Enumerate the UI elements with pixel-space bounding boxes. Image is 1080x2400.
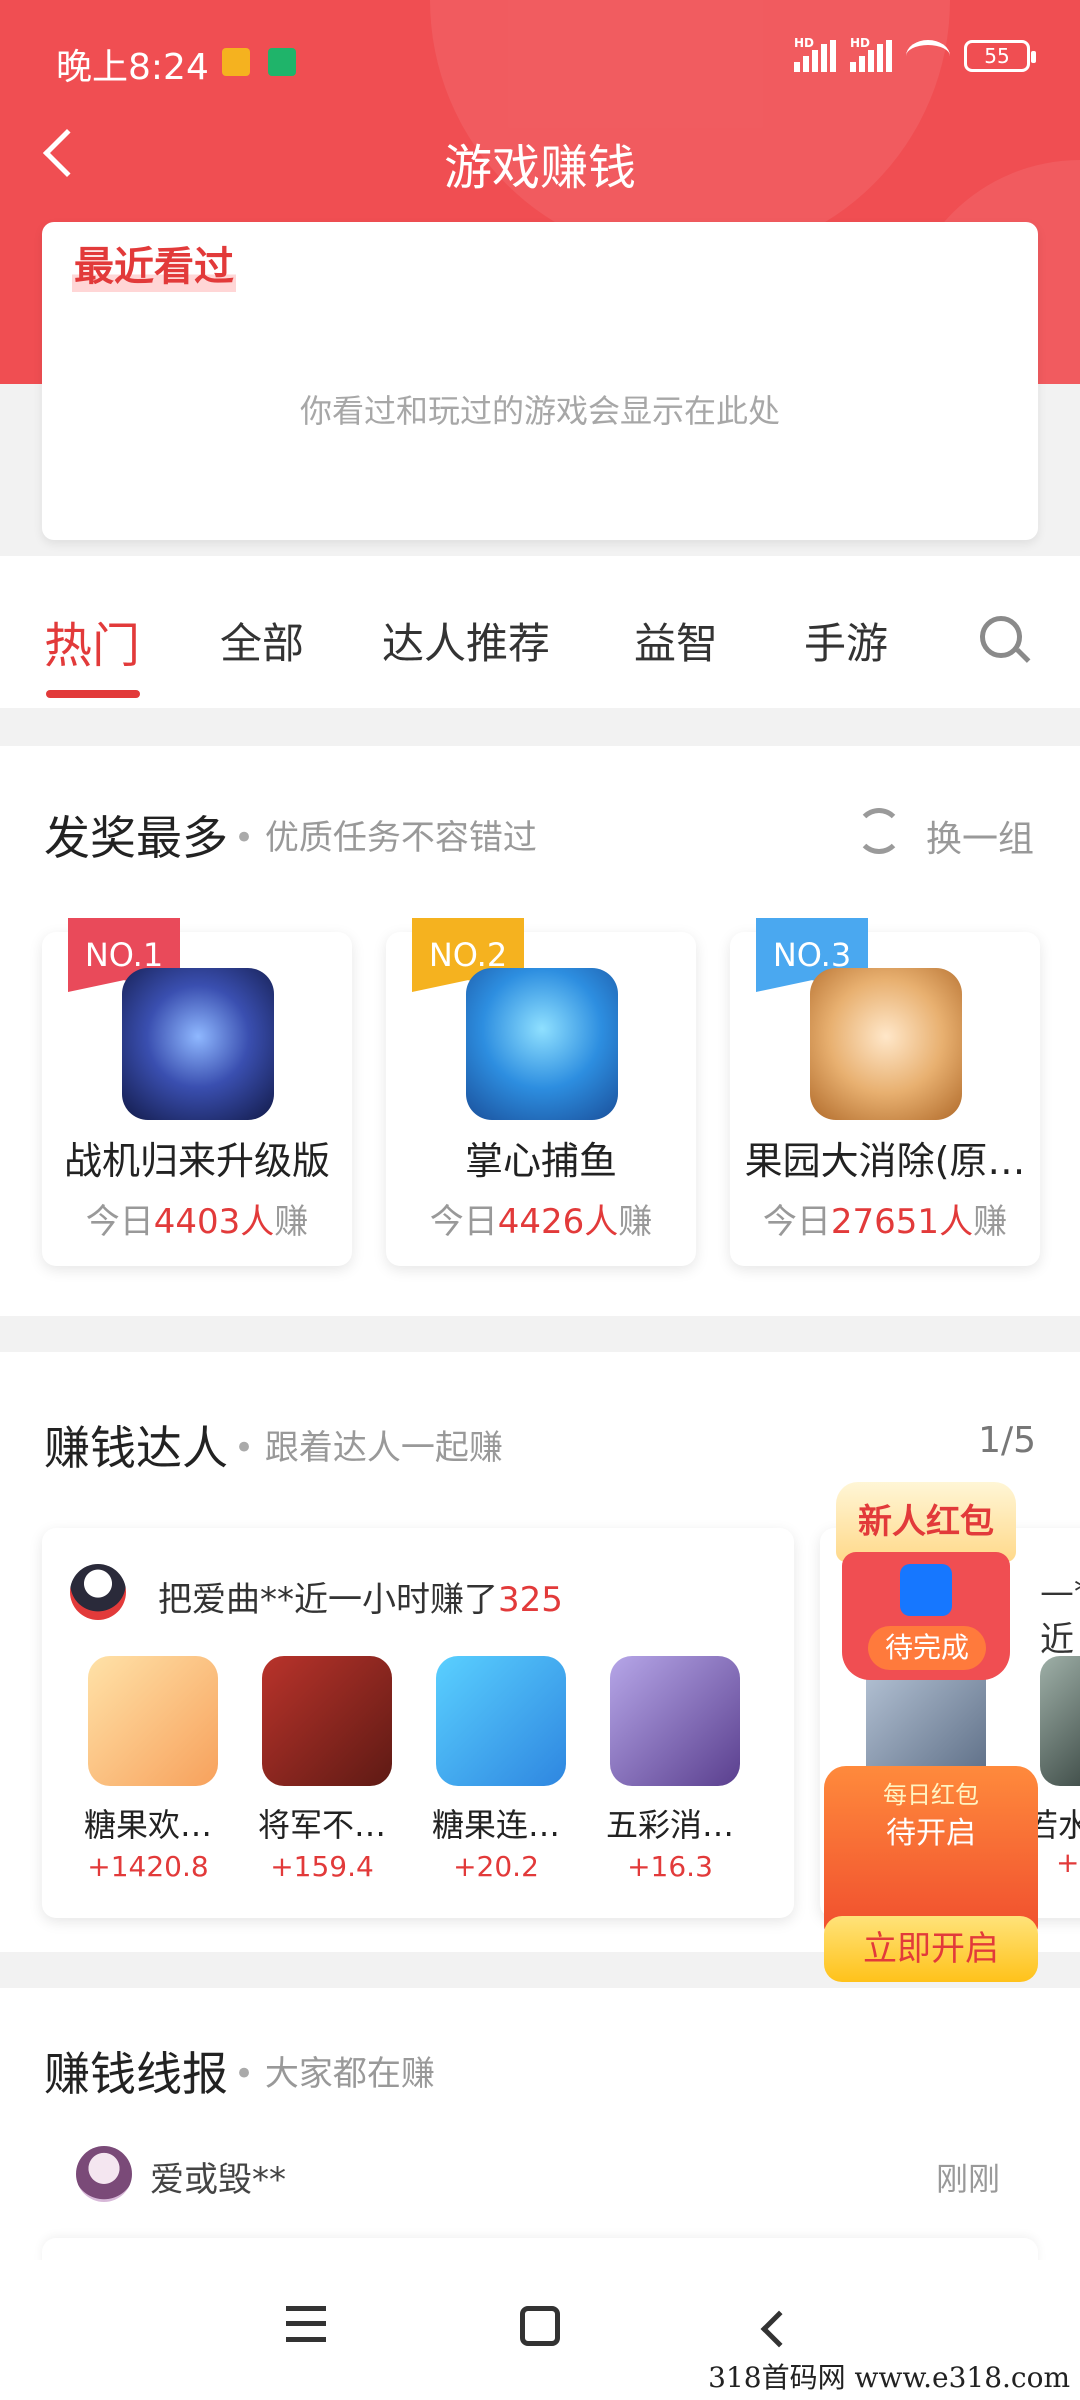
avatar xyxy=(76,2146,132,2202)
game-icon xyxy=(610,1656,740,1786)
recent-card: 最近看过 你看过和玩过的游戏会显示在此处 xyxy=(42,222,1038,540)
redpacket-body: 待完成 xyxy=(842,1552,1010,1680)
game-icon xyxy=(436,1656,566,1786)
game-card[interactable]: NO.2 掌心捕鱼 今日4426人赚 xyxy=(386,918,696,1266)
daily-redpacket-widget[interactable]: 每日红包 待开启 立即开启 xyxy=(824,1766,1038,1986)
game-earning: + xyxy=(1056,1846,1080,1879)
new-user-redpacket-widget[interactable]: 新人红包 待完成 xyxy=(836,1482,1016,1692)
game-icon xyxy=(262,1656,392,1786)
game-card[interactable]: NO.3 果园大消除(原… 今日27651人赚 xyxy=(730,918,1040,1266)
expert-game-item[interactable]: 五彩消… +16.3 xyxy=(600,1656,740,1883)
back-icon[interactable] xyxy=(760,2310,798,2348)
game-name: 将军不… xyxy=(257,1806,386,1844)
game-earning: +159.4 xyxy=(270,1850,374,1883)
download-notification-icon xyxy=(268,48,296,76)
category-tabs: 热门 全部 达人推荐 益智 手游 xyxy=(0,556,1080,708)
expert-earning-text: 把爱曲**近一小时赚了325 xyxy=(158,1580,563,1620)
news-item[interactable]: 爱或毁** 刚刚 xyxy=(0,2138,1080,2208)
news-card xyxy=(42,2238,1038,2260)
game-stat: 今日4426人赚 xyxy=(429,1202,653,1242)
news-title: 赚钱线报 xyxy=(44,2047,228,2101)
game-icon xyxy=(466,968,618,1120)
page-indicator: 1/5 xyxy=(978,1420,1036,1461)
expert-game-item[interactable]: 糖果欢… +1420.8 xyxy=(78,1656,218,1883)
tab-puzzle[interactable]: 益智 xyxy=(634,610,718,671)
expert-game-item[interactable]: 将军不… +159.4 xyxy=(252,1656,392,1883)
game-name: 糖果欢… xyxy=(83,1806,212,1844)
recent-title: 最近看过 xyxy=(72,234,236,292)
game-card[interactable]: NO.1 战机归来升级版 今日4403人赚 xyxy=(42,918,352,1266)
expert-card[interactable]: 把爱曲**近一小时赚了325 糖果欢… +1420.8 将军不… +159.4 … xyxy=(42,1528,794,1918)
search-icon[interactable] xyxy=(980,616,1022,658)
daily-redpacket-status: 待开启 xyxy=(886,1816,976,1851)
status-time: 晚上8:24 xyxy=(56,47,209,88)
game-earning: +20.2 xyxy=(453,1850,539,1883)
menu-icon[interactable] xyxy=(286,2306,326,2342)
game-name: 五彩消… xyxy=(605,1806,734,1844)
awards-section: 发奖最多 优质任务不容错过 换一组 NO.1 战机归来升级版 今日4403人赚 … xyxy=(0,746,1080,1316)
battery-icon: 55 xyxy=(964,40,1036,72)
game-icon xyxy=(88,1656,218,1786)
tab-expert-recommend[interactable]: 达人推荐 xyxy=(382,610,550,671)
game-stat: 今日4403人赚 xyxy=(85,1202,309,1242)
pending-status-button[interactable]: 待完成 xyxy=(868,1626,986,1670)
watermark: 318首码网 www.e318.com xyxy=(708,2361,1070,2394)
new-user-redpacket-title: 新人红包 xyxy=(836,1482,1016,1562)
avatar xyxy=(70,1564,126,1620)
signal-icon: HD xyxy=(850,36,892,72)
status-bar: 晚上8:24 HD HD 55 xyxy=(0,0,1080,120)
battery-level: 55 xyxy=(984,44,1010,68)
game-name: 战机归来升级版 xyxy=(63,1139,330,1183)
daily-redpacket-label: 每日红包 xyxy=(883,1781,979,1809)
news-username: 爱或毁** xyxy=(150,2160,286,2200)
recent-empty-text: 你看过和玩过的游戏会显示在此处 xyxy=(299,392,780,430)
experts-subtitle: 跟着达人一起赚 xyxy=(234,1420,503,1469)
home-icon[interactable] xyxy=(520,2306,560,2346)
game-icon xyxy=(1040,1656,1080,1786)
experts-title: 赚钱达人 xyxy=(44,1421,228,1475)
awards-subtitle: 优质任务不容错过 xyxy=(234,810,537,859)
news-subtitle: 大家都在赚 xyxy=(234,2046,435,2095)
system-nav-bar: 318首码网 www.e318.com xyxy=(0,2260,1080,2400)
expert-game-item[interactable]: 糖果连… +20.2 xyxy=(426,1656,566,1883)
news-section: 赚钱线报 大家都在赚 爱或毁** 刚刚 xyxy=(0,1988,1080,2260)
refresh-button[interactable]: 换一组 xyxy=(926,810,1034,862)
game-earning: +1420.8 xyxy=(87,1850,209,1883)
tab-indicator xyxy=(46,690,140,698)
game-name: 掌心捕鱼 xyxy=(464,1139,617,1183)
expert-earning-text: —**近 xyxy=(1040,1572,1080,1660)
game-name: 糖果连… xyxy=(431,1806,560,1844)
tab-all[interactable]: 全部 xyxy=(220,610,304,671)
nav-bar: 游戏赚钱 xyxy=(0,110,1080,210)
signal-icon: HD xyxy=(794,36,836,72)
message-notification-icon xyxy=(222,48,250,76)
wifi-icon xyxy=(906,40,950,72)
awards-title: 发奖最多 xyxy=(44,811,228,865)
news-timestamp: 刚刚 xyxy=(935,2160,1000,2198)
tab-mobile-games[interactable]: 手游 xyxy=(804,610,888,671)
open-now-button[interactable]: 立即开启 xyxy=(824,1916,1038,1982)
game-icon xyxy=(810,968,962,1120)
game-name: 果园大消除(原… xyxy=(744,1139,1026,1183)
alipay-icon xyxy=(900,1564,952,1616)
page-title: 游戏赚钱 xyxy=(443,140,636,196)
refresh-icon[interactable] xyxy=(856,808,902,854)
daily-redpacket-body: 每日红包 待开启 xyxy=(824,1766,1038,1936)
game-stat: 今日27651人赚 xyxy=(762,1202,1008,1242)
tab-hot[interactable]: 热门 xyxy=(44,606,140,676)
game-icon xyxy=(122,968,274,1120)
game-earning: +16.3 xyxy=(627,1850,713,1883)
